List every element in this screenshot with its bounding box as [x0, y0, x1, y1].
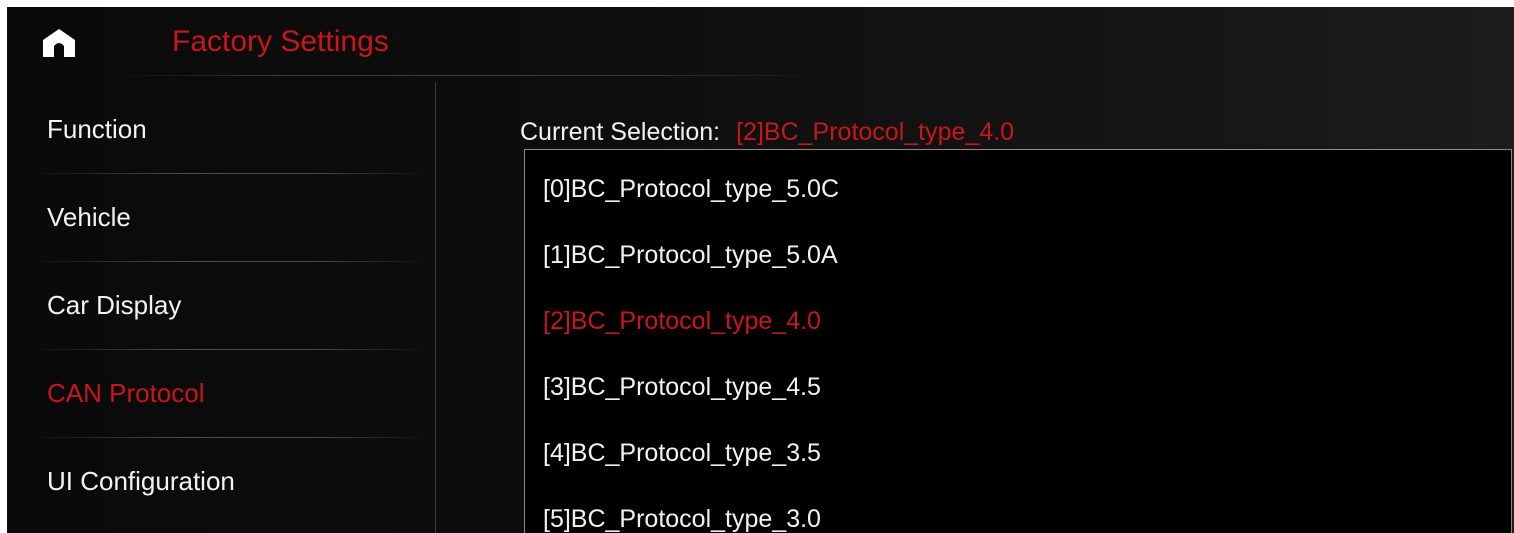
sidebar-item-function[interactable]: Function — [7, 85, 435, 173]
protocol-option[interactable]: [3]BC_Protocol_type_4.5 — [543, 362, 1483, 412]
page-title: Factory Settings — [172, 25, 389, 58]
sidebar-item-can-protocol[interactable]: CAN Protocol — [7, 349, 435, 437]
sidebar-item-car-display[interactable]: Car Display — [7, 261, 435, 349]
sidebar-item-label: UI Configuration — [47, 466, 235, 496]
current-selection: Current Selection: [2]BC_Protocol_type_4.… — [520, 117, 1014, 147]
sidebar-separator — [435, 82, 436, 533]
sidebar-item-label: Function — [47, 114, 147, 144]
sidebar-item-ui-configuration[interactable]: UI Configuration — [7, 437, 435, 525]
sidebar: Function Vehicle Car Display CAN Protoco… — [7, 85, 435, 533]
current-selection-label: Current Selection: — [520, 118, 721, 146]
protocol-list[interactable]: [0]BC_Protocol_type_5.0C [1]BC_Protocol_… — [524, 149, 1512, 533]
header-divider — [107, 75, 827, 76]
protocol-option[interactable]: [1]BC_Protocol_type_5.0A — [543, 230, 1483, 280]
sidebar-item-label: CAN Protocol — [47, 378, 205, 408]
home-button[interactable] — [37, 21, 81, 65]
protocol-option[interactable]: [5]BC_Protocol_type_3.0 — [543, 494, 1483, 533]
sidebar-item-label: Vehicle — [47, 202, 131, 232]
protocol-option[interactable]: [4]BC_Protocol_type_3.5 — [543, 428, 1483, 478]
current-selection-value: [2]BC_Protocol_type_4.0 — [736, 118, 1015, 146]
sidebar-item-label: Car Display — [47, 290, 182, 320]
header-bar: Factory Settings — [7, 7, 1514, 80]
factory-settings-screen: Factory Settings Function Vehicle Car Di… — [7, 7, 1514, 533]
protocol-option-selected[interactable]: [2]BC_Protocol_type_4.0 — [543, 296, 1483, 346]
protocol-option[interactable]: [0]BC_Protocol_type_5.0C — [543, 164, 1483, 214]
home-icon — [43, 29, 75, 57]
sidebar-item-vehicle[interactable]: Vehicle — [7, 173, 435, 261]
